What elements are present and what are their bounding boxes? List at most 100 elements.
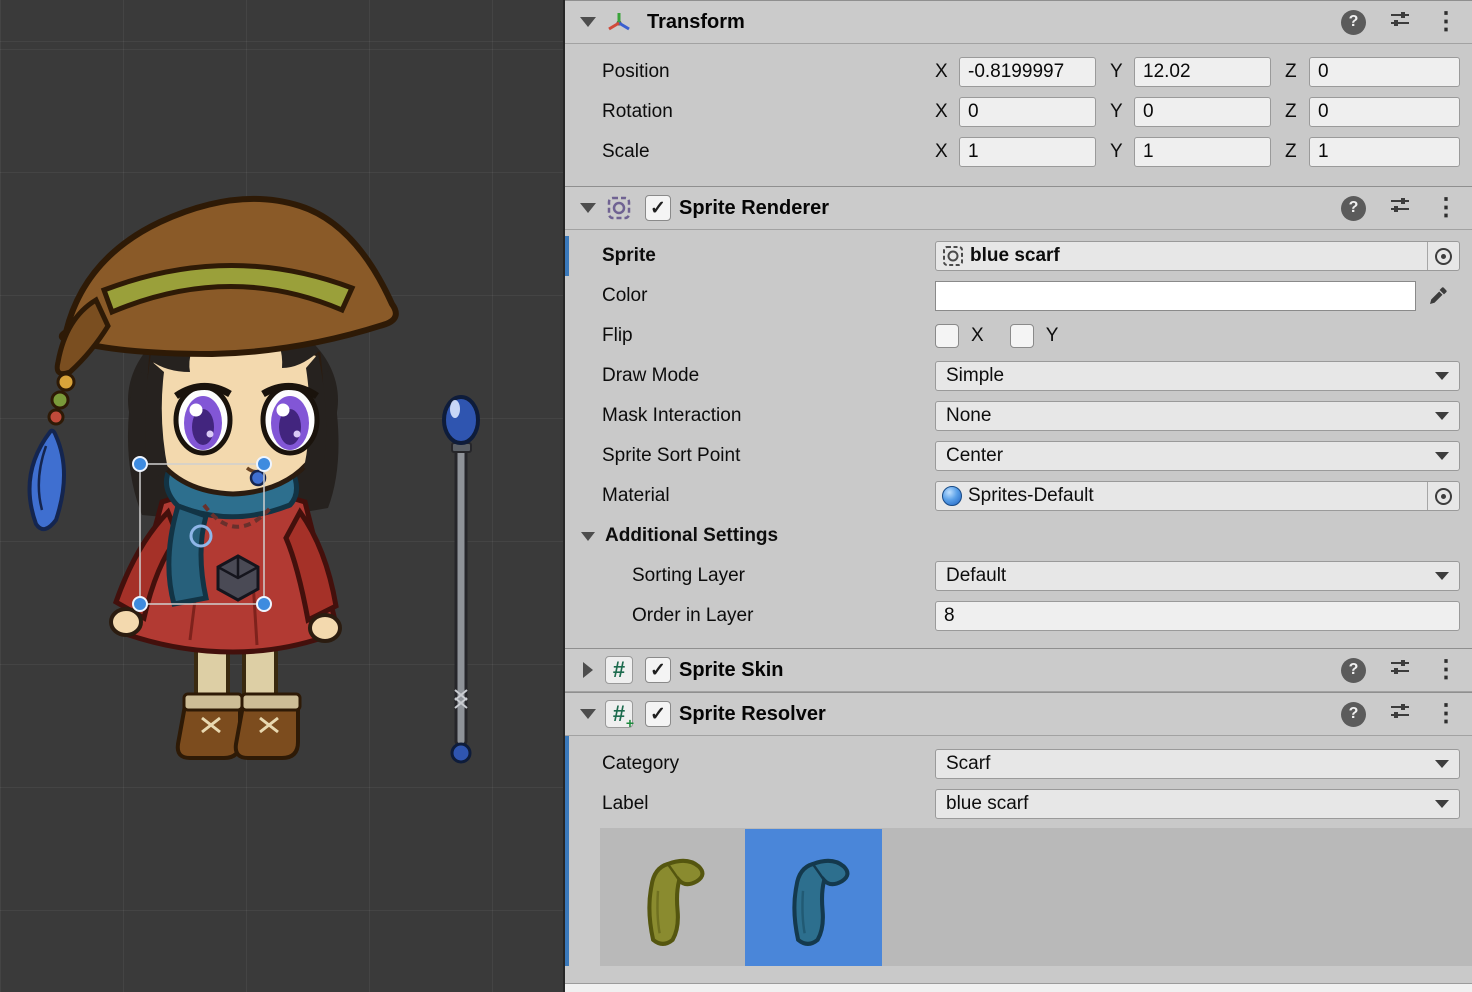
kebab-menu-icon[interactable]: ⋮ [1434,10,1458,34]
mask-interaction-label: Mask Interaction [602,405,935,427]
axis-y-label: Y [1110,141,1134,163]
category-dropdown[interactable]: Scarf [935,749,1460,779]
position-row: Position X -0.8199997 Y 12.02 Z 0 [565,52,1472,92]
inspector-footer [565,983,1472,992]
draw-mode-dropdown[interactable]: Simple [935,361,1460,391]
scale-y-field[interactable]: 1 [1134,137,1271,167]
selection-handle[interactable] [257,457,271,471]
eyedropper-icon[interactable] [1416,281,1460,311]
thumbnail-green-scarf[interactable] [600,829,737,966]
inspector-spacer [565,966,1472,984]
foldout-sprite-resolver[interactable] [579,709,597,719]
axis-x-label: X [935,101,959,123]
color-label: Color [602,285,935,307]
sprite-field-value: blue scarf [970,245,1060,267]
draw-mode-value: Simple [946,365,1004,387]
object-picker-icon[interactable] [1427,242,1459,270]
scale-z-field[interactable]: 1 [1309,137,1460,167]
sorting-layer-value: Default [946,565,1006,587]
sprite-skin-icon: # [605,656,633,684]
label-dropdown[interactable]: blue scarf [935,789,1460,819]
chevron-down-icon [1435,572,1449,580]
foldout-sprite-skin[interactable] [579,662,597,678]
chevron-down-icon [1435,412,1449,420]
color-swatch[interactable] [935,281,1416,311]
axis-y-label: Y [1110,101,1134,123]
help-icon[interactable]: ? [1341,658,1366,683]
object-picker-icon[interactable] [1427,482,1459,510]
selection-handle[interactable] [133,457,147,471]
presets-icon[interactable] [1388,7,1412,37]
foldout-sprite-renderer[interactable] [579,203,597,213]
rotation-x-field[interactable]: 0 [959,97,1096,127]
thumbnail-blue-scarf[interactable] [745,829,882,966]
scale-label: Scale [602,141,935,163]
chevron-down-icon [1435,760,1449,768]
material-object-field[interactable]: Sprites-Default [935,481,1460,511]
position-z-field[interactable]: 0 [1309,57,1460,87]
flip-label: Flip [602,325,935,347]
sprite-resolver-enabled-checkbox[interactable]: ✓ [645,701,671,727]
sprite-label: Sprite [602,245,935,267]
selection-handle[interactable] [133,597,147,611]
transform-icon [605,8,633,36]
draw-mode-label: Draw Mode [602,365,935,387]
sprite-sort-point-dropdown[interactable]: Center [935,441,1460,471]
additional-settings-title: Additional Settings [605,525,778,547]
scene-view[interactable] [0,0,565,992]
sprite-resolver-header: #+ ✓ Sprite Resolver ? ⋮ [565,692,1472,736]
scale-x-field[interactable]: 1 [959,137,1096,167]
sprite-renderer-title: Sprite Renderer [679,197,829,220]
presets-icon[interactable] [1388,699,1412,729]
sorting-layer-dropdown[interactable]: Default [935,561,1460,591]
rotation-z-field[interactable]: 0 [1309,97,1460,127]
order-in-layer-row: Order in Layer 8 [565,596,1472,636]
mask-interaction-value: None [946,405,991,427]
material-icon [942,486,962,506]
kebab-menu-icon[interactable]: ⋮ [1434,702,1458,726]
staff-sprite[interactable] [444,397,478,762]
flip-y-label: Y [1046,325,1059,347]
kebab-menu-icon[interactable]: ⋮ [1434,658,1458,682]
sprite-renderer-enabled-checkbox[interactable]: ✓ [645,195,671,221]
material-label: Material [602,485,935,507]
sprite-resolver-body: Category Scarf Label blue scarf [565,736,1472,966]
axis-z-label: Z [1285,141,1309,163]
foldout-transform[interactable] [579,17,597,27]
label-row: Label blue scarf [565,784,1472,824]
kebab-menu-icon[interactable]: ⋮ [1434,196,1458,220]
selection-handle[interactable] [257,597,271,611]
additional-settings-row[interactable]: Additional Settings [565,516,1472,556]
sprite-skin-enabled-checkbox[interactable]: ✓ [645,657,671,683]
presets-icon[interactable] [1388,193,1412,223]
mask-interaction-row: Mask Interaction None [565,396,1472,436]
override-stripe-sprite [565,236,569,276]
axis-z-label: Z [1285,61,1309,83]
axis-y-label: Y [1110,61,1134,83]
sprite-renderer-header: ✓ Sprite Renderer ? ⋮ [565,186,1472,230]
override-stripe-resolver [565,736,569,966]
sprite-sort-point-value: Center [946,445,1003,467]
category-row: Category Scarf [565,744,1472,784]
character-sprite[interactable] [30,199,396,758]
category-value: Scarf [946,753,990,775]
transform-title: Transform [647,11,745,34]
help-icon[interactable]: ? [1341,10,1366,35]
help-icon[interactable]: ? [1341,702,1366,727]
flip-y-checkbox[interactable] [1010,324,1034,348]
sprite-object-field[interactable]: blue scarf [935,241,1460,271]
axis-z-label: Z [1285,101,1309,123]
position-y-field[interactable]: 12.02 [1134,57,1271,87]
rotation-y-field[interactable]: 0 [1134,97,1271,127]
help-icon[interactable]: ? [1341,196,1366,221]
mask-interaction-dropdown[interactable]: None [935,401,1460,431]
flip-x-checkbox[interactable] [935,324,959,348]
presets-icon[interactable] [1388,655,1412,685]
order-in-layer-field[interactable]: 8 [935,601,1460,631]
draw-mode-row: Draw Mode Simple [565,356,1472,396]
flip-x-label: X [971,325,984,347]
chevron-down-icon [1435,372,1449,380]
position-x-field[interactable]: -0.8199997 [959,57,1096,87]
foldout-additional-settings[interactable] [579,532,597,541]
sprite-sort-point-row: Sprite Sort Point Center [565,436,1472,476]
